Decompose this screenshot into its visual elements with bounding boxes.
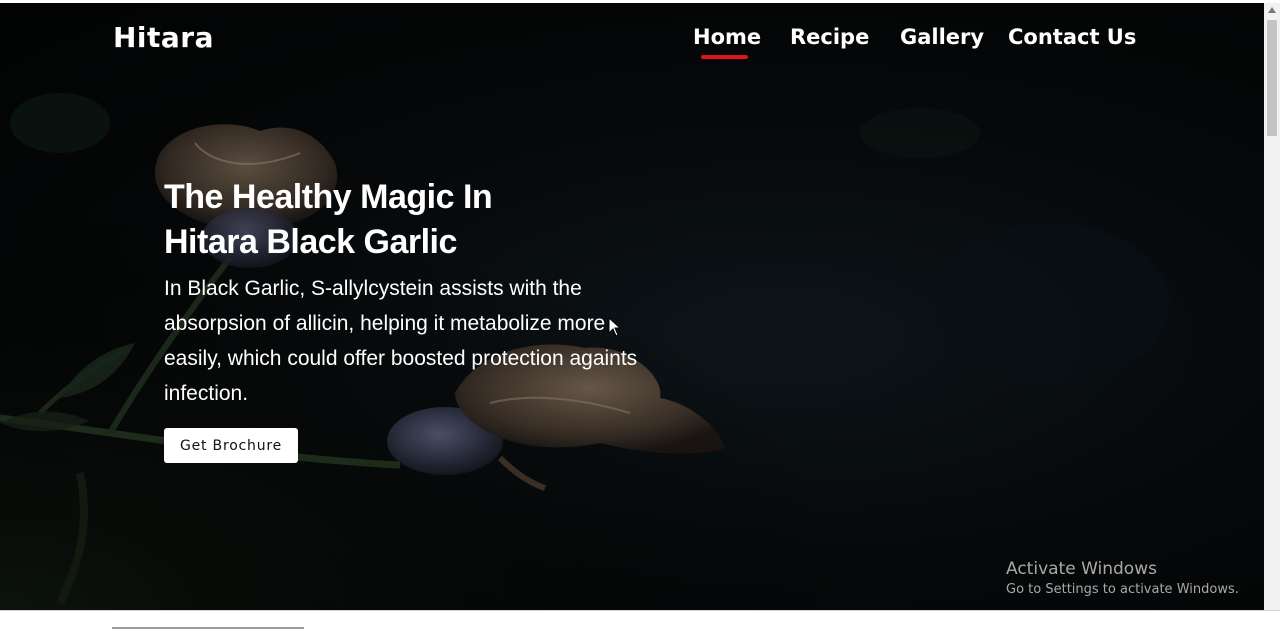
mouse-pointer-icon (608, 317, 622, 337)
activate-windows-watermark: Activate Windows Go to Settings to activ… (1006, 558, 1239, 599)
hero-title-line-1: The Healthy Magic In (164, 178, 493, 216)
activate-windows-subtitle: Go to Settings to activate Windows. (1006, 582, 1239, 597)
horizontal-scroll-indicator (112, 627, 304, 629)
brand-logo[interactable]: Hitara (113, 21, 214, 54)
main-navbar: Hitara Home Recipe Gallery Contact Us (0, 3, 1264, 83)
activate-windows-title: Activate Windows (1006, 559, 1157, 579)
get-brochure-button[interactable]: Get Brochure (164, 428, 298, 463)
chevron-up-icon[interactable] (1264, 3, 1280, 17)
nav-item-recipe[interactable]: Recipe (790, 25, 869, 49)
nav-item-gallery[interactable]: Gallery (900, 25, 984, 49)
scrollbar-thumb[interactable] (1267, 20, 1277, 136)
nav-item-contact-us[interactable]: Contact Us (1008, 25, 1136, 49)
active-nav-indicator (701, 55, 748, 59)
nav-item-home[interactable]: Home (693, 25, 761, 49)
vertical-scrollbar[interactable] (1264, 3, 1280, 610)
hero-title: The Healthy Magic In Hitara Black Garlic (164, 175, 644, 265)
hero-title-line-2: Hitara Black Garlic (164, 223, 457, 261)
hero-description: In Black Garlic, S-allylcystein assists … (164, 277, 638, 405)
browser-viewport: Hitara Home Recipe Gallery Contact Us Th… (0, 0, 1280, 632)
bottom-edge (0, 610, 1280, 632)
hero-section: Hitara Home Recipe Gallery Contact Us Th… (0, 3, 1264, 610)
